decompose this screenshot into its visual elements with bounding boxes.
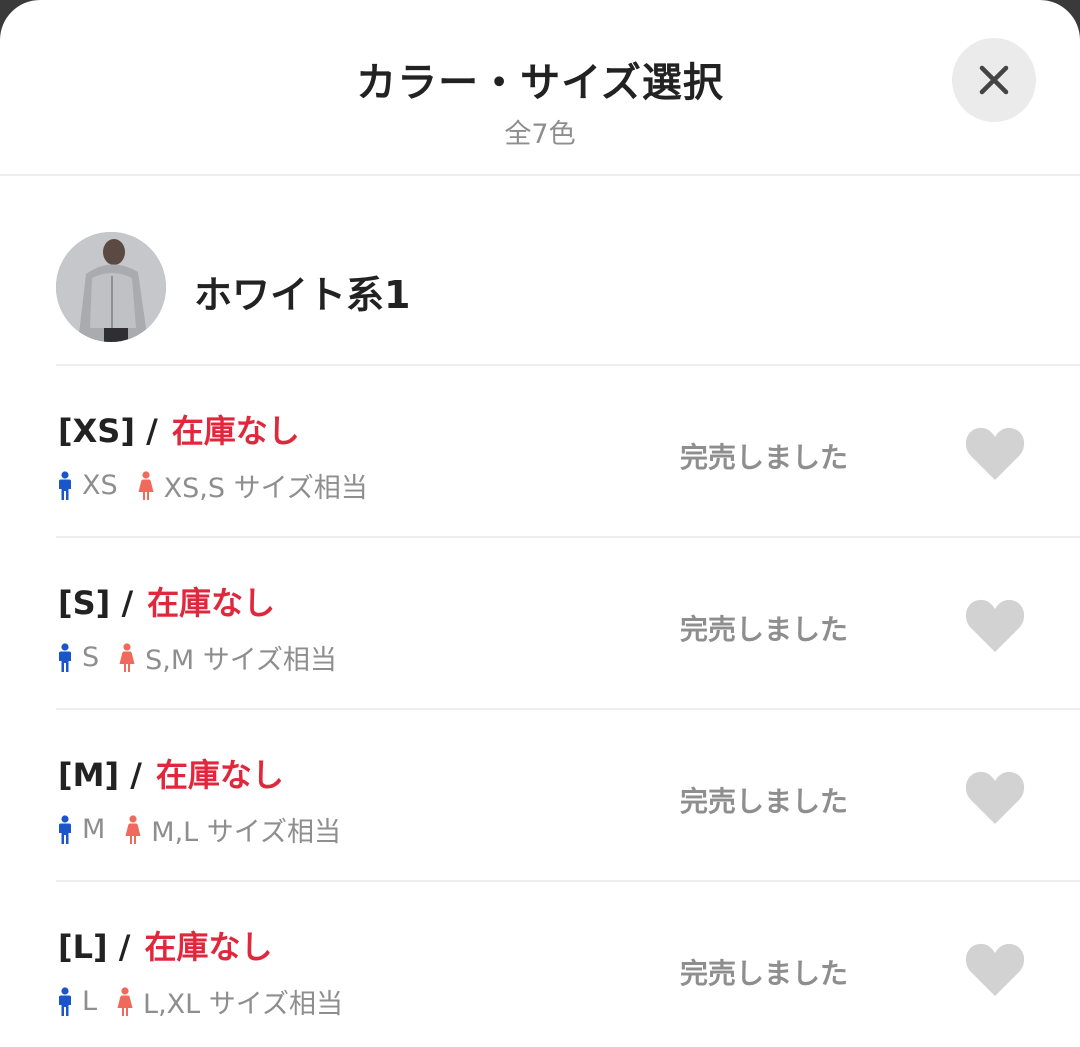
stock-status: 在庫なし bbox=[144, 928, 273, 966]
size-label: [XS] / bbox=[58, 412, 158, 450]
color-option-row[interactable]: ホワイト系1 bbox=[56, 232, 1080, 366]
favorite-heart-icon[interactable] bbox=[964, 426, 1026, 482]
favorite-heart-icon[interactable] bbox=[964, 770, 1026, 826]
favorite-heart-icon[interactable] bbox=[964, 942, 1026, 998]
stock-status: 在庫なし bbox=[155, 756, 284, 794]
female-size: M,L サイズ相当 bbox=[151, 817, 341, 848]
size-list: [XS] / 在庫なし XS XS,S サイズ相当 完売しました [S] / 在庫な… bbox=[56, 366, 1080, 1047]
male-size: L bbox=[82, 986, 98, 1017]
color-count: 全7色 bbox=[504, 119, 576, 150]
female-icon bbox=[117, 986, 133, 1016]
soldout-label: 完売しました bbox=[680, 957, 849, 990]
sheet-title: カラー・サイズ選択 bbox=[356, 60, 724, 106]
color-name: ホワイト系1 bbox=[194, 273, 411, 317]
color-thumbnail bbox=[56, 232, 166, 342]
size-row-xs[interactable]: [XS] / 在庫なし XS XS,S サイズ相当 完売しました bbox=[56, 366, 1080, 538]
soldout-label: 完売しました bbox=[680, 785, 849, 818]
female-size: XS,S サイズ相当 bbox=[163, 473, 368, 504]
size-label: [L] / bbox=[58, 928, 131, 966]
size-row-l[interactable]: [L] / 在庫なし L L,XL サイズ相当 完売しました bbox=[56, 882, 1080, 1047]
soldout-label: 完売しました bbox=[680, 613, 849, 646]
color-size-sheet: カラー・サイズ選択 全7色 ホワイト系1 [XS] / 在庫なし XS XS,S… bbox=[0, 0, 1080, 1047]
stock-status: 在庫なし bbox=[147, 584, 276, 622]
close-button[interactable] bbox=[952, 38, 1036, 122]
size-label: [M] / bbox=[58, 756, 142, 794]
soldout-label: 完売しました bbox=[680, 441, 849, 474]
male-icon bbox=[59, 814, 71, 844]
size-row-m[interactable]: [M] / 在庫なし M M,L サイズ相当 完売しました bbox=[56, 710, 1080, 882]
female-icon bbox=[125, 814, 141, 844]
sheet-header: カラー・サイズ選択 全7色 bbox=[0, 0, 1080, 176]
female-icon bbox=[119, 642, 135, 672]
male-size: S bbox=[82, 642, 100, 673]
male-icon bbox=[59, 986, 71, 1016]
close-icon bbox=[979, 65, 1009, 95]
size-label: [S] / bbox=[58, 584, 134, 622]
male-size: XS bbox=[82, 470, 118, 501]
male-size: M bbox=[82, 814, 106, 845]
favorite-heart-icon[interactable] bbox=[964, 598, 1026, 654]
size-row-s[interactable]: [S] / 在庫なし S S,M サイズ相当 完売しました bbox=[56, 538, 1080, 710]
female-size: S,M サイズ相当 bbox=[145, 645, 337, 676]
male-icon bbox=[59, 642, 71, 672]
female-icon bbox=[138, 470, 154, 500]
stock-status: 在庫なし bbox=[171, 412, 300, 450]
female-size: L,XL サイズ相当 bbox=[143, 989, 343, 1020]
male-icon bbox=[59, 470, 71, 500]
